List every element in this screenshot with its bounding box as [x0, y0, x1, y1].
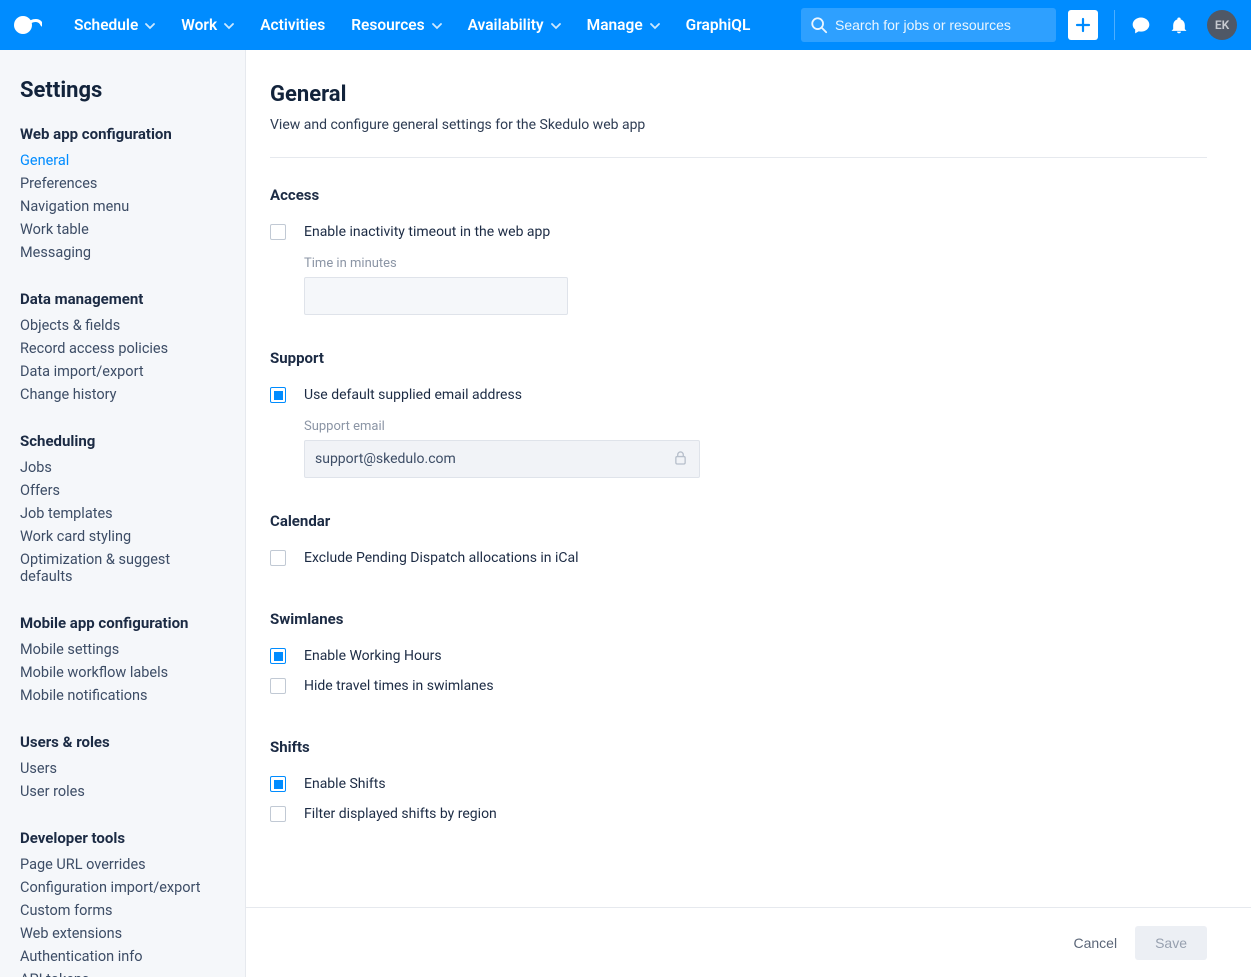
sidebar-group-title: Developer tools	[20, 829, 225, 847]
nav-item-label: Resources	[351, 16, 424, 34]
section-shifts: Shifts Enable Shifts Filter displayed sh…	[270, 738, 1207, 832]
checkbox-filter-region[interactable]	[270, 806, 286, 822]
nav-item-manage[interactable]: Manage	[575, 10, 672, 40]
section-title-calendar: Calendar	[270, 512, 1207, 530]
search-icon	[810, 16, 828, 38]
chevron-down-icon	[145, 16, 155, 34]
sidebar-link-general[interactable]: General	[20, 149, 225, 172]
section-title-support: Support	[270, 349, 1207, 367]
nav-item-label: Work	[181, 16, 217, 34]
sidebar-link-change-history[interactable]: Change history	[20, 383, 225, 406]
user-avatar[interactable]: EK	[1207, 10, 1237, 40]
sidebar-link-users[interactable]: Users	[20, 757, 225, 780]
sidebar-group-title: Scheduling	[20, 432, 225, 450]
sidebar-link-user-roles[interactable]: User roles	[20, 780, 225, 803]
support-email-label: Support email	[304, 419, 1207, 434]
checkbox-timeout-label: Enable inactivity timeout in the web app	[304, 224, 550, 240]
nav-item-graphiql[interactable]: GraphiQL	[674, 10, 763, 40]
nav-item-label: Schedule	[74, 16, 138, 34]
nav-item-work[interactable]: Work	[169, 10, 246, 40]
section-calendar: Calendar Exclude Pending Dispatch alloca…	[270, 512, 1207, 576]
sidebar-link-mobile-settings[interactable]: Mobile settings	[20, 638, 225, 661]
chat-icon[interactable]	[1131, 15, 1151, 35]
sidebar-link-page-url-overrides[interactable]: Page URL overrides	[20, 853, 225, 876]
section-swimlanes: Swimlanes Enable Working Hours Hide trav…	[270, 610, 1207, 704]
save-button[interactable]: Save	[1135, 926, 1207, 960]
chevron-down-icon	[650, 16, 660, 34]
create-button[interactable]	[1068, 10, 1098, 40]
sidebar-link-optimization-suggest-defaults[interactable]: Optimization & suggest defaults	[20, 548, 225, 588]
checkbox-default-email-label: Use default supplied email address	[304, 387, 522, 403]
bell-icon[interactable]	[1169, 15, 1189, 35]
search-input[interactable]	[835, 17, 1056, 33]
sidebar-link-configuration-import-export[interactable]: Configuration import/export	[20, 876, 225, 899]
lock-icon	[674, 450, 687, 469]
sidebar-link-data-import-export[interactable]: Data import/export	[20, 360, 225, 383]
section-title-shifts: Shifts	[270, 738, 1207, 756]
checkbox-enable-shifts[interactable]	[270, 776, 286, 792]
sidebar-link-authentication-info[interactable]: Authentication info	[20, 945, 225, 968]
divider	[270, 157, 1207, 158]
chevron-down-icon	[551, 16, 561, 34]
nav-item-schedule[interactable]: Schedule	[62, 10, 167, 40]
sidebar-link-navigation-menu[interactable]: Navigation menu	[20, 195, 225, 218]
sidebar-group-title: Data management	[20, 290, 225, 308]
sidebar-link-web-extensions[interactable]: Web extensions	[20, 922, 225, 945]
nav-divider	[1114, 10, 1115, 40]
chevron-down-icon	[224, 16, 234, 34]
support-email-value: support@skedulo.com	[315, 451, 456, 467]
checkbox-exclude-pending[interactable]	[270, 550, 286, 566]
nav-item-label: Manage	[587, 16, 643, 34]
sidebar-group-title: Users & roles	[20, 733, 225, 751]
sidebar-link-offers[interactable]: Offers	[20, 479, 225, 502]
settings-sidebar: Settings Web app configuration GeneralPre…	[0, 50, 246, 977]
checkbox-enable-shifts-label: Enable Shifts	[304, 776, 386, 792]
checkbox-default-email[interactable]	[270, 387, 286, 403]
top-nav: Schedule Work Activities Resources Availabil…	[0, 0, 1251, 50]
global-search[interactable]	[801, 8, 1056, 42]
section-access: Access Enable inactivity timeout in the …	[270, 186, 1207, 315]
minutes-label: Time in minutes	[304, 256, 1207, 271]
chevron-down-icon	[432, 16, 442, 34]
nav-item-label: Availability	[468, 16, 544, 34]
checkbox-exclude-pending-label: Exclude Pending Dispatch allocations in …	[304, 550, 579, 566]
sidebar-group-title: Mobile app configuration	[20, 614, 225, 632]
section-title-swimlanes: Swimlanes	[270, 610, 1207, 628]
sidebar-group-title: Web app configuration	[20, 125, 225, 143]
page-subtitle: View and configure general settings for …	[270, 117, 1207, 133]
section-support: Support Use default supplied email addre…	[270, 349, 1207, 478]
support-email-input: support@skedulo.com	[304, 440, 700, 478]
sidebar-link-messaging[interactable]: Messaging	[20, 241, 225, 264]
app-logo[interactable]	[14, 16, 42, 34]
cancel-button[interactable]: Cancel	[1073, 935, 1117, 951]
sidebar-link-jobs[interactable]: Jobs	[20, 456, 225, 479]
footer-bar: Cancel Save	[246, 907, 1251, 977]
nav-item-activities[interactable]: Activities	[248, 10, 337, 40]
nav-item-availability[interactable]: Availability	[456, 10, 573, 40]
sidebar-link-api-tokens[interactable]: API tokens	[20, 968, 225, 977]
checkbox-filter-region-label: Filter displayed shifts by region	[304, 806, 497, 822]
nav-item-label: Activities	[260, 16, 325, 34]
sidebar-link-work-table[interactable]: Work table	[20, 218, 225, 241]
checkbox-working-hours-label: Enable Working Hours	[304, 648, 442, 664]
checkbox-hide-travel-label: Hide travel times in swimlanes	[304, 678, 494, 694]
checkbox-inactivity-timeout[interactable]	[270, 224, 286, 240]
sidebar-title: Settings	[20, 78, 225, 103]
nav-item-resources[interactable]: Resources	[339, 10, 453, 40]
sidebar-link-mobile-workflow-labels[interactable]: Mobile workflow labels	[20, 661, 225, 684]
section-title-access: Access	[270, 186, 1207, 204]
sidebar-link-mobile-notifications[interactable]: Mobile notifications	[20, 684, 225, 707]
sidebar-link-objects-fields[interactable]: Objects & fields	[20, 314, 225, 337]
page-title: General	[270, 82, 1207, 107]
minutes-input[interactable]	[304, 277, 568, 315]
sidebar-link-job-templates[interactable]: Job templates	[20, 502, 225, 525]
sidebar-link-record-access-policies[interactable]: Record access policies	[20, 337, 225, 360]
nav-item-label: GraphiQL	[686, 16, 751, 34]
checkbox-hide-travel[interactable]	[270, 678, 286, 694]
sidebar-link-preferences[interactable]: Preferences	[20, 172, 225, 195]
sidebar-link-work-card-styling[interactable]: Work card styling	[20, 525, 225, 548]
sidebar-link-custom-forms[interactable]: Custom forms	[20, 899, 225, 922]
checkbox-working-hours[interactable]	[270, 648, 286, 664]
main-panel: General View and configure general setti…	[246, 50, 1251, 977]
